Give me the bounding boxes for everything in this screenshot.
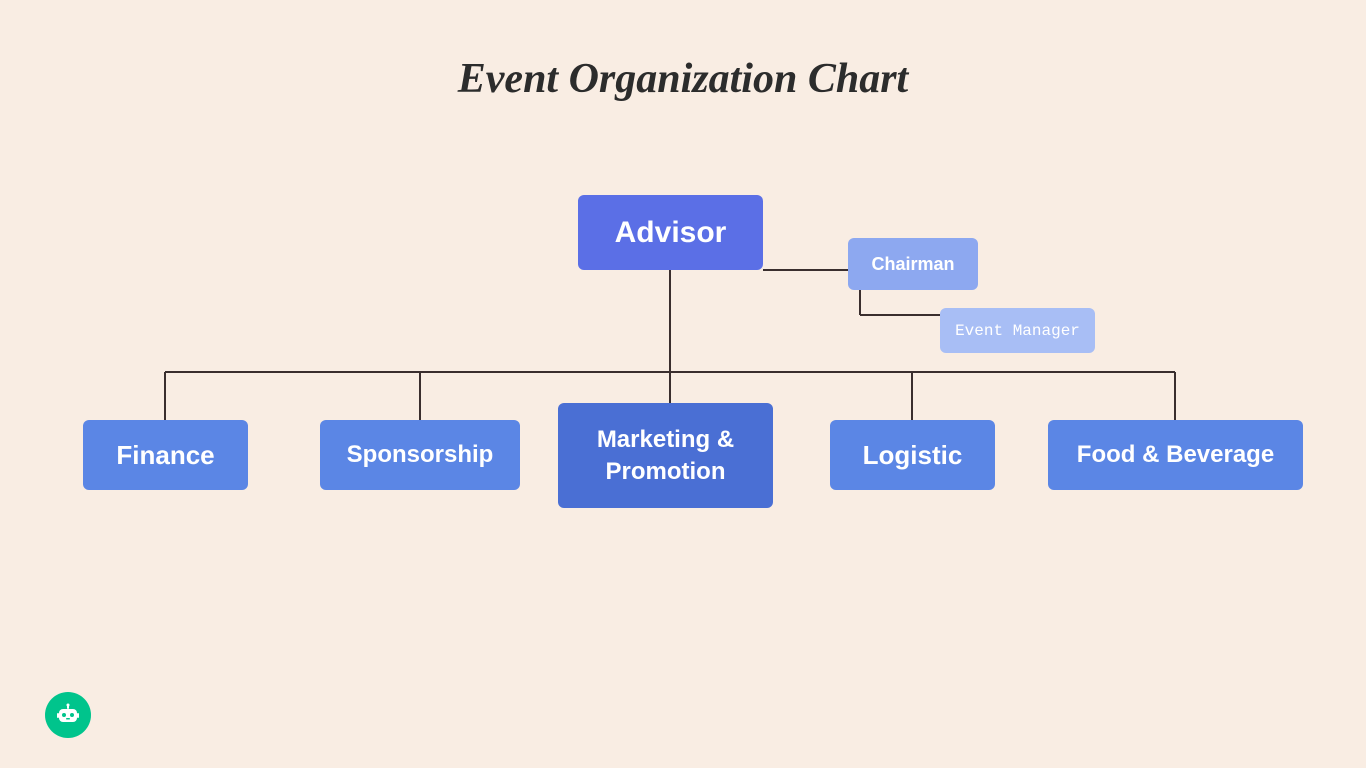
finance-node: Finance xyxy=(83,420,248,490)
bot-icon[interactable] xyxy=(45,692,91,738)
food-beverage-node: Food & Beverage xyxy=(1048,420,1303,490)
page-title: Event Organization Chart xyxy=(0,0,1366,103)
chairman-node: Chairman xyxy=(848,238,978,290)
logistic-node: Logistic xyxy=(830,420,995,490)
sponsorship-node: Sponsorship xyxy=(320,420,520,490)
marketing-node: Marketing & Promotion xyxy=(558,403,773,508)
event-manager-node: Event Manager xyxy=(940,308,1095,353)
advisor-node: Advisor xyxy=(578,195,763,270)
org-chart: Advisor Chairman Event Manager Finance S… xyxy=(0,150,1366,768)
